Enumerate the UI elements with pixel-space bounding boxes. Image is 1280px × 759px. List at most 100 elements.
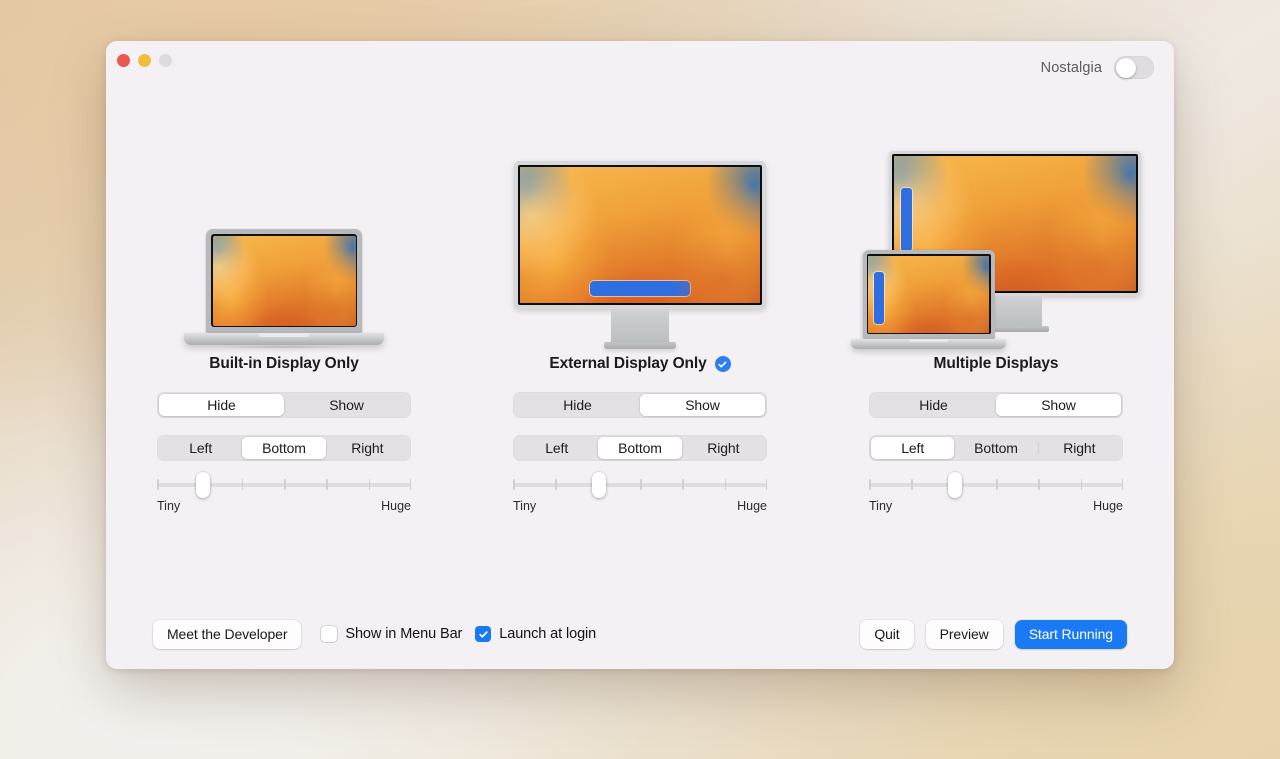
column-title-text: Built-in Display Only — [209, 355, 359, 372]
slider-tick — [640, 479, 642, 490]
close-button[interactable] — [117, 54, 130, 67]
slider-thumb[interactable] — [195, 472, 210, 498]
segment-show-multiple[interactable]: Show — [996, 394, 1121, 416]
slider-track[interactable] — [869, 472, 1123, 498]
macbook-screen — [211, 234, 357, 327]
nostalgia-switch[interactable] — [1114, 56, 1154, 79]
column-title-multiple: Multiple Displays — [934, 353, 1059, 375]
switch-knob — [1115, 57, 1136, 78]
size-slider-built-in[interactable]: Tiny Huge — [157, 472, 411, 513]
column-title-text: Multiple Displays — [933, 355, 1059, 372]
slider-tick — [513, 479, 515, 490]
external-monitor-illustration — [462, 93, 818, 353]
zoom-button[interactable] — [159, 54, 172, 67]
macbook-illustration — [106, 93, 462, 353]
macbook-notch — [908, 339, 949, 342]
macbook-base — [851, 339, 1006, 349]
column-built-in-display-only: Built-in Display Only Hide Show Left Bot… — [106, 93, 462, 513]
macbook-screen — [866, 254, 991, 334]
checkbox-box-unchecked[interactable] — [321, 626, 338, 642]
macbook-notch — [258, 333, 310, 337]
slider-tick — [157, 479, 159, 490]
column-title-built-in: Built-in Display Only — [209, 353, 359, 375]
slider-track[interactable] — [513, 472, 767, 498]
slider-tick — [996, 479, 998, 490]
segment-bottom-external[interactable]: Bottom — [598, 437, 682, 459]
segment-hide-external[interactable]: Hide — [515, 394, 640, 416]
wallpaper-ventura — [212, 235, 356, 326]
segment-show-built-in[interactable]: Show — [284, 394, 409, 416]
slider-tick — [326, 479, 328, 490]
nostalgia-label: Nostalgia — [1040, 59, 1102, 76]
size-slider-external[interactable]: Tiny Huge — [513, 472, 767, 513]
segment-left-external[interactable]: Left — [515, 437, 598, 459]
show-in-menu-bar-label: Show in Menu Bar — [345, 626, 463, 642]
show-in-menu-bar-checkbox[interactable]: Show in Menu Bar — [321, 626, 462, 642]
slider-tick — [682, 479, 684, 490]
column-external-display-only: External Display Only Hide Show Left Bot… — [462, 93, 818, 513]
slider-tick — [911, 479, 913, 490]
segment-hide-multiple[interactable]: Hide — [871, 394, 996, 416]
window-controls — [117, 54, 172, 67]
wallpaper-ventura — [868, 255, 989, 333]
secondary-macbook — [851, 250, 1006, 349]
slider-tick — [241, 479, 244, 490]
macbook-lid — [862, 250, 995, 339]
position-segmented-multiple[interactable]: Left Bottom Right — [869, 435, 1123, 461]
meet-the-developer-button[interactable]: Meet the Developer — [153, 619, 302, 649]
launch-at-login-label: Launch at login — [499, 626, 597, 642]
segment-right-external[interactable]: Right — [682, 437, 765, 459]
slider-tick — [724, 479, 727, 490]
visibility-segmented-external[interactable]: Hide Show — [513, 392, 767, 418]
start-running-button[interactable]: Start Running — [1014, 619, 1127, 649]
checkmark-icon — [479, 630, 488, 638]
segment-right-multiple[interactable]: Right — [1037, 437, 1121, 459]
slider-tick — [555, 479, 557, 490]
segment-bottom-built-in[interactable]: Bottom — [242, 437, 326, 459]
slider-labels: Tiny Huge — [513, 499, 767, 513]
slider-thumb[interactable] — [948, 472, 963, 498]
slider-max-label: Huge — [381, 499, 411, 513]
monitor-stand-foot — [604, 342, 676, 349]
segment-bottom-multiple[interactable]: Bottom — [954, 437, 1037, 459]
slider-tick — [1080, 479, 1083, 490]
visibility-segmented-built-in[interactable]: Hide Show — [157, 392, 411, 418]
dock-preview-left — [874, 271, 884, 324]
segment-hide-built-in[interactable]: Hide — [159, 394, 284, 416]
macbook-shadow — [184, 345, 384, 349]
slider-max-label: Huge — [737, 499, 767, 513]
display-mode-columns: Built-in Display Only Hide Show Left Bot… — [106, 93, 1174, 513]
macbook-base — [184, 333, 384, 345]
segment-show-external[interactable]: Show — [640, 394, 765, 416]
launch-at-login-checkbox[interactable]: Launch at login — [475, 626, 596, 642]
slider-min-label: Tiny — [157, 499, 181, 513]
quit-button[interactable]: Quit — [860, 619, 914, 649]
position-segmented-external[interactable]: Left Bottom Right — [513, 435, 767, 461]
slider-tick — [1121, 479, 1123, 490]
slider-max-label: Huge — [1093, 499, 1123, 513]
visibility-segmented-multiple[interactable]: Hide Show — [869, 392, 1123, 418]
slider-tick — [284, 479, 286, 490]
app-window: Nostalgia Built-in Display Only Hide Sho… — [106, 41, 1174, 669]
slider-labels: Tiny Huge — [157, 499, 411, 513]
slider-tick — [765, 479, 767, 490]
checkbox-box-checked[interactable] — [475, 626, 492, 642]
column-title-text: External Display Only — [549, 355, 707, 372]
position-segmented-built-in[interactable]: Left Bottom Right — [157, 435, 411, 461]
segment-left-multiple[interactable]: Left — [871, 437, 955, 459]
slider-tick — [409, 479, 411, 490]
segment-left-built-in[interactable]: Left — [159, 437, 242, 459]
segment-right-built-in[interactable]: Right — [326, 437, 409, 459]
dock-preview-bottom — [590, 281, 690, 296]
slider-tick — [869, 479, 871, 490]
wallpaper-ventura — [520, 167, 760, 303]
monitor-screen — [518, 165, 762, 305]
dock-preview-left — [901, 188, 912, 251]
size-slider-multiple[interactable]: Tiny Huge — [869, 472, 1123, 513]
preview-button[interactable]: Preview — [925, 619, 1003, 649]
slider-thumb[interactable] — [592, 472, 607, 498]
macbook-lid — [206, 229, 362, 333]
minimize-button[interactable] — [138, 54, 151, 67]
slider-track[interactable] — [157, 472, 411, 498]
slider-tick — [1038, 479, 1040, 490]
